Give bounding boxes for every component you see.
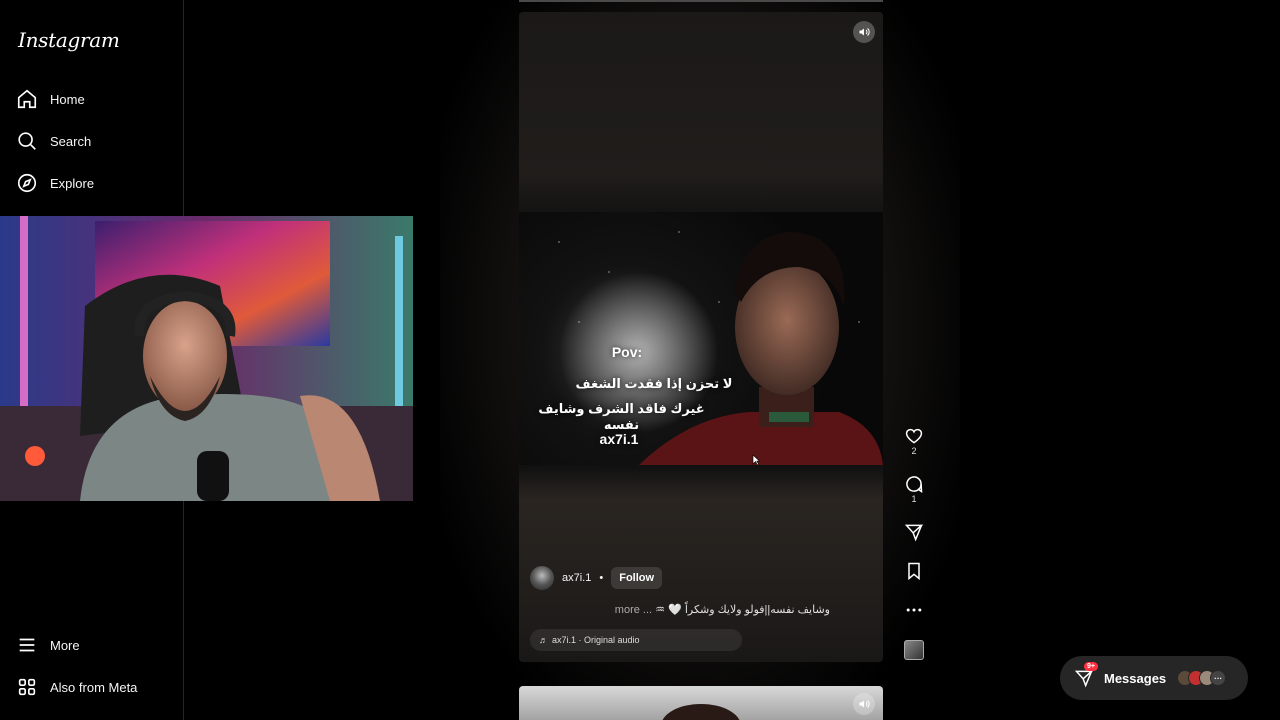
sidebar-item-home[interactable]: Home	[16, 85, 85, 113]
reel-caption[interactable]: more ... وشايف نفسه||فولو ولايك وشكراً 🤍…	[600, 603, 830, 616]
follow-button[interactable]: Follow	[611, 567, 663, 589]
more-options-action[interactable]	[902, 600, 926, 620]
next-reel-image	[662, 704, 740, 720]
mouse-cursor-icon	[752, 454, 760, 466]
like-count: 2	[911, 446, 917, 456]
ellipsis-icon	[906, 608, 922, 612]
home-icon	[17, 89, 37, 109]
search-icon	[18, 132, 36, 150]
next-reel[interactable]	[519, 686, 883, 720]
messages-button[interactable]: 9+ Messages ···	[1060, 656, 1248, 700]
sidebar-item-label: Explore	[50, 175, 95, 191]
comment-count: 1	[911, 494, 917, 504]
separator-dot: •	[599, 572, 604, 584]
reel-video-frame[interactable]: Pov: لا تحزن إذا فقدت الشغف غيرك فاقد ال…	[519, 212, 883, 465]
sidebar-item-explore[interactable]: Explore	[16, 169, 94, 197]
audio-thumbnail	[904, 640, 924, 660]
messages-label: Messages	[1104, 670, 1167, 686]
send-icon	[904, 524, 924, 542]
reel-author: ax7i.1 • Follow	[530, 566, 663, 590]
sidebar-item-label: Home	[50, 91, 85, 107]
speaker-icon	[859, 28, 870, 36]
reel-overlay-watermark: ax7i.1	[599, 431, 639, 447]
reel-overlay-line-2: غيرك فاقد الشرف وشايف نفسه	[538, 401, 705, 432]
webcam-overlay	[0, 216, 413, 501]
comment-icon	[906, 476, 923, 493]
save-action[interactable]	[902, 561, 926, 581]
reel-overlay-line-1: لا تحزن إذا فقدت الشغف	[575, 376, 733, 391]
caption-text: وشايف نفسه||فولو ولايك وشكراً 🤍 ♒	[655, 604, 830, 616]
sidebar-item-also-from-meta[interactable]: Also from Meta	[16, 673, 137, 701]
more-avatars: ···	[1210, 670, 1227, 686]
author-username[interactable]: ax7i.1	[562, 572, 591, 584]
speaker-icon	[859, 700, 870, 708]
audio-thumbnail-action[interactable]	[902, 640, 926, 660]
reel-overlay-pov: Pov:	[611, 344, 643, 360]
messenger-icon: 9+	[1074, 662, 1098, 688]
audio-attribution[interactable]: ♬ ax7i.1 · Original audio	[530, 629, 742, 651]
like-action[interactable]: 2	[902, 426, 926, 456]
sidebar-item-more[interactable]: More	[16, 631, 80, 659]
instagram-logo[interactable]: Instagram	[18, 28, 120, 52]
caption-more-link[interactable]: more ...	[615, 604, 652, 616]
sidebar-item-search[interactable]: Search	[16, 127, 91, 155]
mute-button[interactable]	[853, 693, 875, 715]
comment-action[interactable]: 1	[902, 474, 926, 504]
sidebar-item-label: Search	[50, 133, 92, 149]
reel-player[interactable]: Pov: لا تحزن إذا فقدت الشغف غيرك فاقد ال…	[519, 12, 883, 662]
bookmark-icon	[908, 562, 920, 581]
unread-badge: 9+	[1084, 662, 1098, 671]
heart-icon	[905, 428, 923, 444]
avatar[interactable]	[530, 566, 554, 590]
sidebar-item-label: Also from Meta	[50, 679, 138, 695]
share-action[interactable]	[902, 522, 926, 542]
menu-icon	[19, 638, 35, 652]
grid-icon	[18, 678, 36, 696]
mute-button[interactable]	[853, 21, 875, 43]
webcam-image	[0, 216, 413, 501]
previous-reel-edge	[519, 0, 883, 2]
compass-icon	[17, 173, 37, 193]
message-avatars: ···	[1177, 670, 1227, 686]
audio-label: ax7i.1 · Original audio	[552, 635, 640, 645]
music-note-icon: ♬	[539, 635, 548, 645]
sidebar-item-label: More	[50, 637, 80, 653]
